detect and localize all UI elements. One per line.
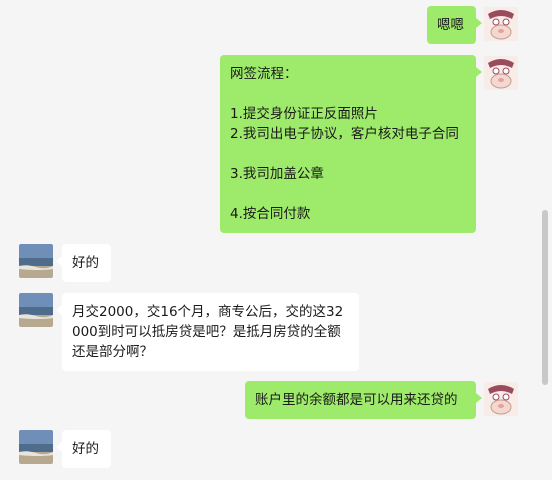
message-text: 嗯嗯: [437, 17, 464, 33]
message-bubble-incoming[interactable]: 好的: [56, 244, 111, 282]
my-avatar[interactable]: [484, 56, 518, 90]
message-text: [230, 144, 466, 164]
contact-avatar[interactable]: [19, 293, 53, 327]
message-text: 账户里的余额都是可以用来还贷的: [255, 392, 458, 408]
beach-photo-avatar: [19, 430, 53, 464]
message-text: 好的: [72, 255, 99, 271]
message-text: 好的: [72, 441, 99, 457]
message-text: 还是部分啊？: [72, 344, 153, 360]
contact-avatar[interactable]: [19, 244, 53, 278]
message-text: [230, 184, 466, 204]
cartoon-avatar-icon: [484, 7, 518, 41]
scrollbar-track[interactable]: [540, 0, 552, 480]
message-text: 月交2000，交16个月，商专公后，交的这32: [72, 304, 344, 320]
message-text: 1.提交身份证正反面照片: [230, 106, 378, 122]
my-avatar[interactable]: [484, 382, 518, 416]
beach-photo-avatar: [19, 244, 53, 278]
message-bubble-incoming[interactable]: 月交2000，交16个月，商专公后，交的这32 000到时可以抵房贷是吧？是抵月…: [56, 293, 359, 371]
chat-message-area: 嗯嗯 网签流程： 1.提交身份证正反面照片 2.我司出电子协议，客户核对电子合同…: [0, 0, 540, 480]
message-text: 2.我司出电子协议，客户核对电子合同: [230, 126, 459, 142]
message-text: [230, 84, 466, 104]
scrollbar-thumb[interactable]: [542, 210, 548, 385]
message-text: 4.按合同付款: [230, 206, 311, 222]
message-bubble-outgoing[interactable]: 网签流程： 1.提交身份证正反面照片 2.我司出电子协议，客户核对电子合同 3.…: [220, 55, 482, 233]
message-bubble-outgoing[interactable]: 嗯嗯: [427, 6, 482, 44]
cartoon-avatar-icon: [484, 382, 518, 416]
contact-avatar[interactable]: [19, 430, 53, 464]
message-text: 网签流程：: [230, 66, 298, 82]
message-bubble-outgoing[interactable]: 账户里的余额都是可以用来还贷的: [245, 381, 482, 419]
message-text: 000到时可以抵房贷是吧？是抵月房贷的全额: [72, 324, 341, 340]
cartoon-avatar-icon: [484, 56, 518, 90]
my-avatar[interactable]: [484, 7, 518, 41]
message-bubble-incoming[interactable]: 好的: [56, 430, 111, 468]
beach-photo-avatar: [19, 293, 53, 327]
message-text: 3.我司加盖公章: [230, 166, 324, 182]
